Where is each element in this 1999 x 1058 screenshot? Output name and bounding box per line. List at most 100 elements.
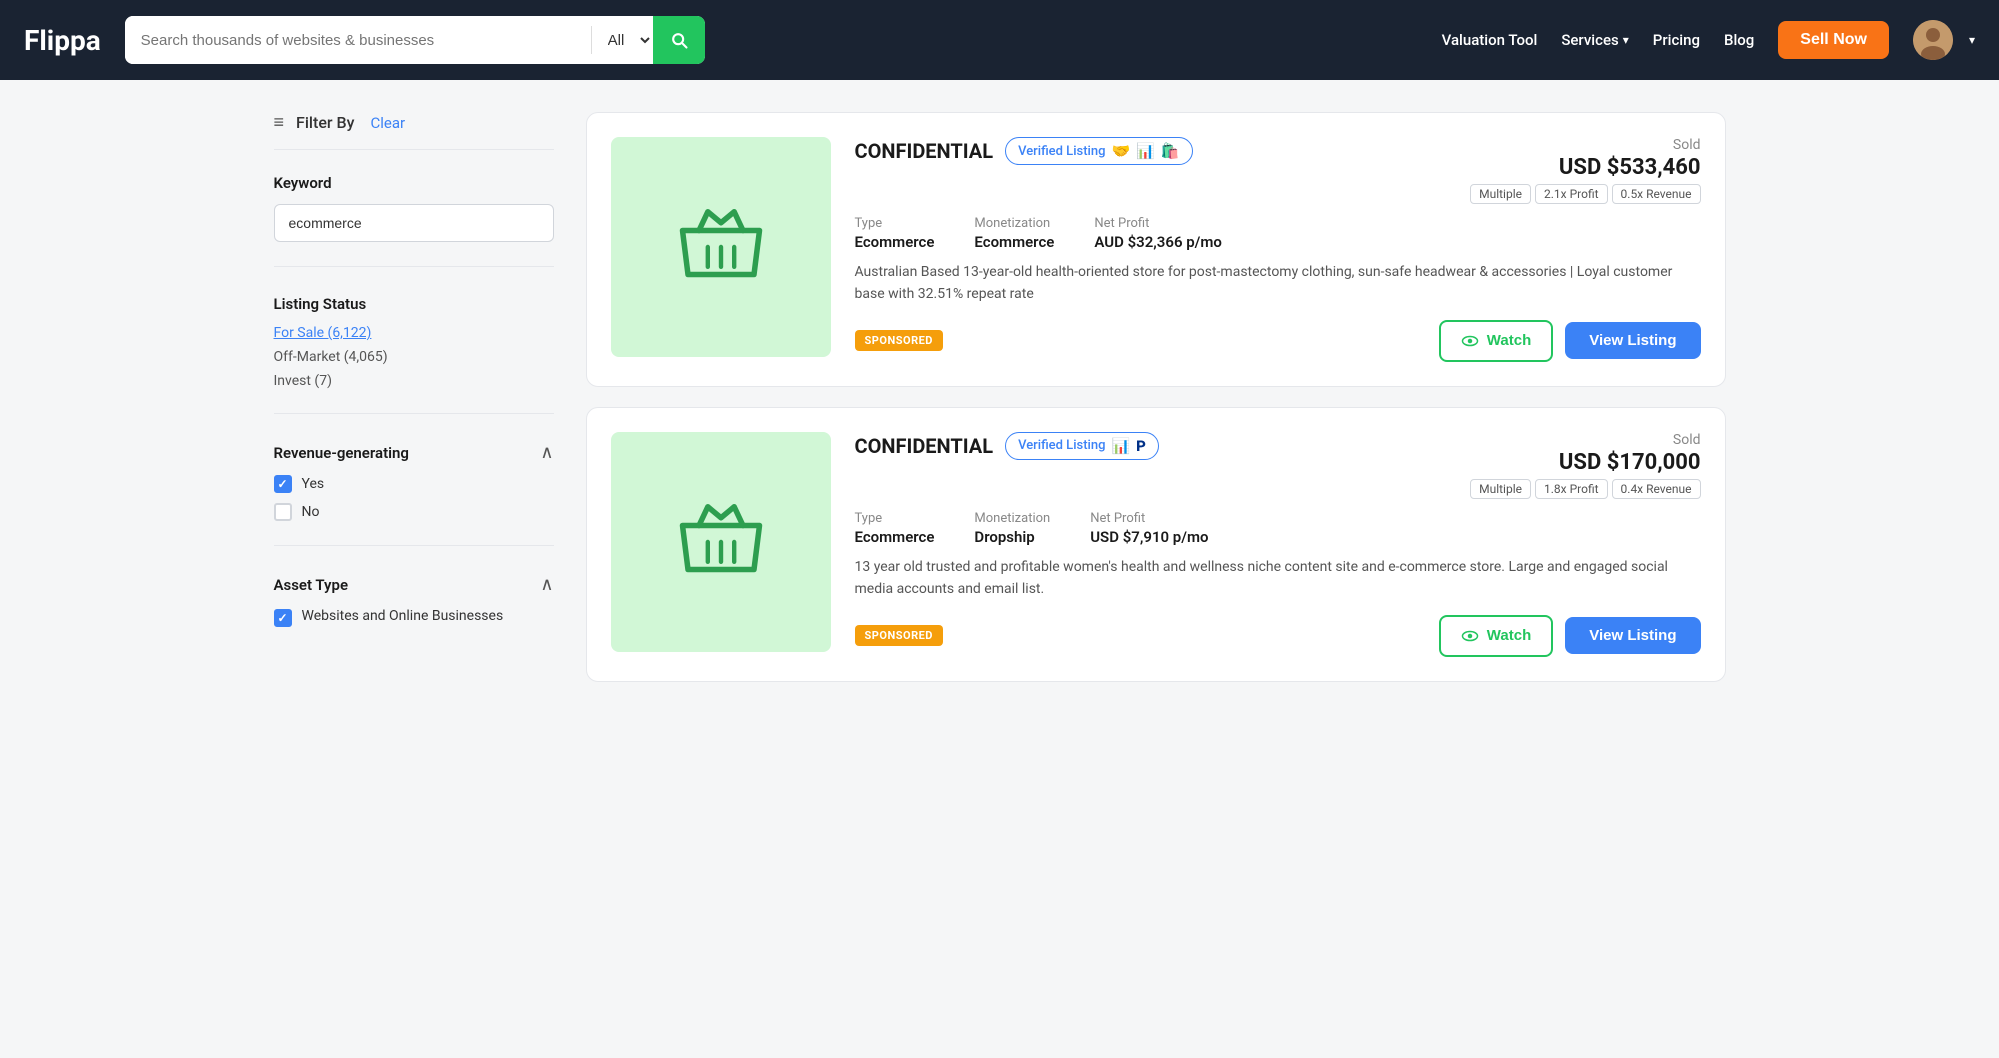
keyword-section: Keyword bbox=[274, 174, 554, 267]
listing-footer-2: SPONSORED Watch View Listing bbox=[855, 615, 1701, 657]
view-listing-button-1[interactable]: View Listing bbox=[1565, 322, 1700, 359]
search-filter-select[interactable]: All bbox=[592, 16, 653, 64]
checkmark-icon-2: ✓ bbox=[277, 611, 287, 625]
listing-details-row-2: Type Ecommerce Monetization Dropship Net… bbox=[855, 511, 1701, 546]
yes-label: Yes bbox=[302, 476, 325, 492]
filter-header: ≡ Filter By Clear bbox=[274, 112, 554, 150]
no-checkbox-row[interactable]: No bbox=[274, 503, 554, 521]
websites-label: Websites and Online Businesses bbox=[302, 607, 504, 627]
verified-badge-2: Verified Listing 📊 P bbox=[1005, 432, 1159, 460]
price-area-2: Sold USD $170,000 Multiple 1.8x Profit 0… bbox=[1470, 432, 1700, 499]
logo[interactable]: Flippa bbox=[24, 24, 101, 57]
sponsored-badge: SPONSORED bbox=[855, 330, 943, 351]
revenue-tag-2: 0.4x Revenue bbox=[1612, 479, 1701, 499]
net-profit-detail: Net Profit AUD $32,366 p/mo bbox=[1094, 216, 1222, 251]
asset-type-section: Asset Type ∧ ✓ Websites and Online Busin… bbox=[274, 574, 554, 627]
sidebar: ≡ Filter By Clear Keyword Listing Status… bbox=[274, 112, 554, 682]
listing-image-2 bbox=[611, 432, 831, 652]
avatar[interactable] bbox=[1913, 20, 1953, 60]
type-label-2: Type bbox=[855, 511, 935, 526]
multiple-label: Multiple bbox=[1470, 184, 1531, 204]
badge-icon-2-1: 📊 bbox=[1111, 437, 1130, 455]
listings: CONFIDENTIAL Verified Listing 🤝 📊 🛍️ Sol… bbox=[586, 112, 1726, 682]
nav-pricing[interactable]: Pricing bbox=[1653, 31, 1700, 49]
sponsored-badge-2: SPONSORED bbox=[855, 625, 943, 646]
paypal-icon: P bbox=[1136, 437, 1146, 455]
listing-card-2: CONFIDENTIAL Verified Listing 📊 P Sold U… bbox=[586, 407, 1726, 682]
listing-details-row: Type Ecommerce Monetization Ecommerce Ne… bbox=[855, 216, 1701, 251]
listing-price-2: USD $170,000 bbox=[1559, 450, 1701, 475]
verified-label-2: Verified Listing bbox=[1018, 438, 1105, 453]
badge-icon-1: 🤝 bbox=[1111, 142, 1130, 160]
listing-description: Australian Based 13-year-old health-orie… bbox=[855, 261, 1701, 306]
revenue-generating-label: Revenue-generating bbox=[274, 444, 409, 462]
checkmark-icon: ✓ bbox=[277, 477, 287, 491]
no-checkbox[interactable] bbox=[274, 503, 292, 521]
search-button[interactable] bbox=[653, 16, 705, 64]
monetization-label: Monetization bbox=[974, 216, 1054, 231]
listing-status-label: Listing Status bbox=[274, 295, 554, 313]
monetization-value: Ecommerce bbox=[974, 233, 1054, 251]
multiple-tags: Multiple 2.1x Profit 0.5x Revenue bbox=[1470, 184, 1700, 204]
main-container: ≡ Filter By Clear Keyword Listing Status… bbox=[250, 80, 1750, 714]
listing-card: CONFIDENTIAL Verified Listing 🤝 📊 🛍️ Sol… bbox=[586, 112, 1726, 387]
basket-icon-2 bbox=[666, 487, 776, 597]
nav-valuation-tool[interactable]: Valuation Tool bbox=[1442, 31, 1538, 49]
watch-button-1[interactable]: Watch bbox=[1439, 320, 1553, 362]
price-area: Sold USD $533,460 Multiple 2.1x Profit 0… bbox=[1470, 137, 1700, 204]
listing-image bbox=[611, 137, 831, 357]
revenue-generating-section: Revenue-generating ∧ ✓ Yes No bbox=[274, 442, 554, 546]
net-profit-label: Net Profit bbox=[1094, 216, 1222, 231]
listing-status-invest[interactable]: Invest (7) bbox=[274, 373, 554, 389]
listing-status-off-market[interactable]: Off-Market (4,065) bbox=[274, 349, 554, 365]
listing-top-row-2: CONFIDENTIAL Verified Listing 📊 P Sold U… bbox=[855, 432, 1701, 499]
keyword-label: Keyword bbox=[274, 174, 554, 192]
avatar-image bbox=[1913, 20, 1953, 60]
keyword-input[interactable] bbox=[274, 204, 554, 242]
verified-badge: Verified Listing 🤝 📊 🛍️ bbox=[1005, 137, 1192, 165]
listing-status-for-sale[interactable]: For Sale (6,122) bbox=[274, 325, 554, 341]
listing-description-2: 13 year old trusted and profitable women… bbox=[855, 556, 1701, 601]
clear-link[interactable]: Clear bbox=[370, 114, 405, 132]
chevron-down-icon: ▾ bbox=[1623, 33, 1629, 47]
nav-blog[interactable]: Blog bbox=[1724, 31, 1754, 49]
collapse-revenue-icon[interactable]: ∧ bbox=[540, 442, 553, 463]
net-profit-value: AUD $32,366 p/mo bbox=[1094, 233, 1222, 251]
nav-links: Valuation Tool Services ▾ Pricing Blog S… bbox=[1442, 20, 1975, 60]
view-listing-button-2[interactable]: View Listing bbox=[1565, 617, 1700, 654]
eye-icon-1 bbox=[1461, 332, 1479, 350]
eye-icon-2 bbox=[1461, 627, 1479, 645]
filter-icon: ≡ bbox=[274, 112, 285, 133]
websites-checkbox[interactable]: ✓ bbox=[274, 609, 292, 627]
watch-button-2[interactable]: Watch bbox=[1439, 615, 1553, 657]
revenue-generating-header: Revenue-generating ∧ bbox=[274, 442, 554, 463]
filter-by-label: Filter By bbox=[296, 113, 354, 132]
avatar-chevron-icon: ▾ bbox=[1969, 33, 1975, 47]
net-profit-value-2: USD $7,910 p/mo bbox=[1090, 528, 1208, 546]
no-label: No bbox=[302, 504, 320, 520]
profit-tag-2: 1.8x Profit bbox=[1535, 479, 1608, 499]
yes-checkbox-row[interactable]: ✓ Yes bbox=[274, 475, 554, 493]
sold-label-2: Sold bbox=[1673, 432, 1701, 448]
verified-label: Verified Listing bbox=[1018, 144, 1105, 159]
asset-type-label: Asset Type bbox=[274, 576, 349, 594]
search-icon bbox=[669, 30, 689, 50]
sold-label: Sold bbox=[1673, 137, 1701, 153]
type-detail-2: Type Ecommerce bbox=[855, 511, 935, 546]
listing-status-section: Listing Status For Sale (6,122) Off-Mark… bbox=[274, 295, 554, 414]
type-value: Ecommerce bbox=[855, 233, 935, 251]
collapse-asset-icon[interactable]: ∧ bbox=[540, 574, 553, 595]
websites-checkbox-row[interactable]: ✓ Websites and Online Businesses bbox=[274, 607, 554, 627]
basket-icon bbox=[666, 192, 776, 302]
nav-services[interactable]: Services ▾ bbox=[1561, 31, 1628, 49]
badge-icon-2: 📊 bbox=[1136, 142, 1155, 160]
multiple-tags-2: Multiple 1.8x Profit 0.4x Revenue bbox=[1470, 479, 1700, 499]
net-profit-label-2: Net Profit bbox=[1090, 511, 1208, 526]
sell-now-button[interactable]: Sell Now bbox=[1778, 21, 1889, 59]
type-label: Type bbox=[855, 216, 935, 231]
yes-checkbox[interactable]: ✓ bbox=[274, 475, 292, 493]
listing-top-row: CONFIDENTIAL Verified Listing 🤝 📊 🛍️ Sol… bbox=[855, 137, 1701, 204]
type-detail: Type Ecommerce bbox=[855, 216, 935, 251]
search-input[interactable] bbox=[125, 16, 591, 64]
search-bar: All bbox=[125, 16, 705, 64]
